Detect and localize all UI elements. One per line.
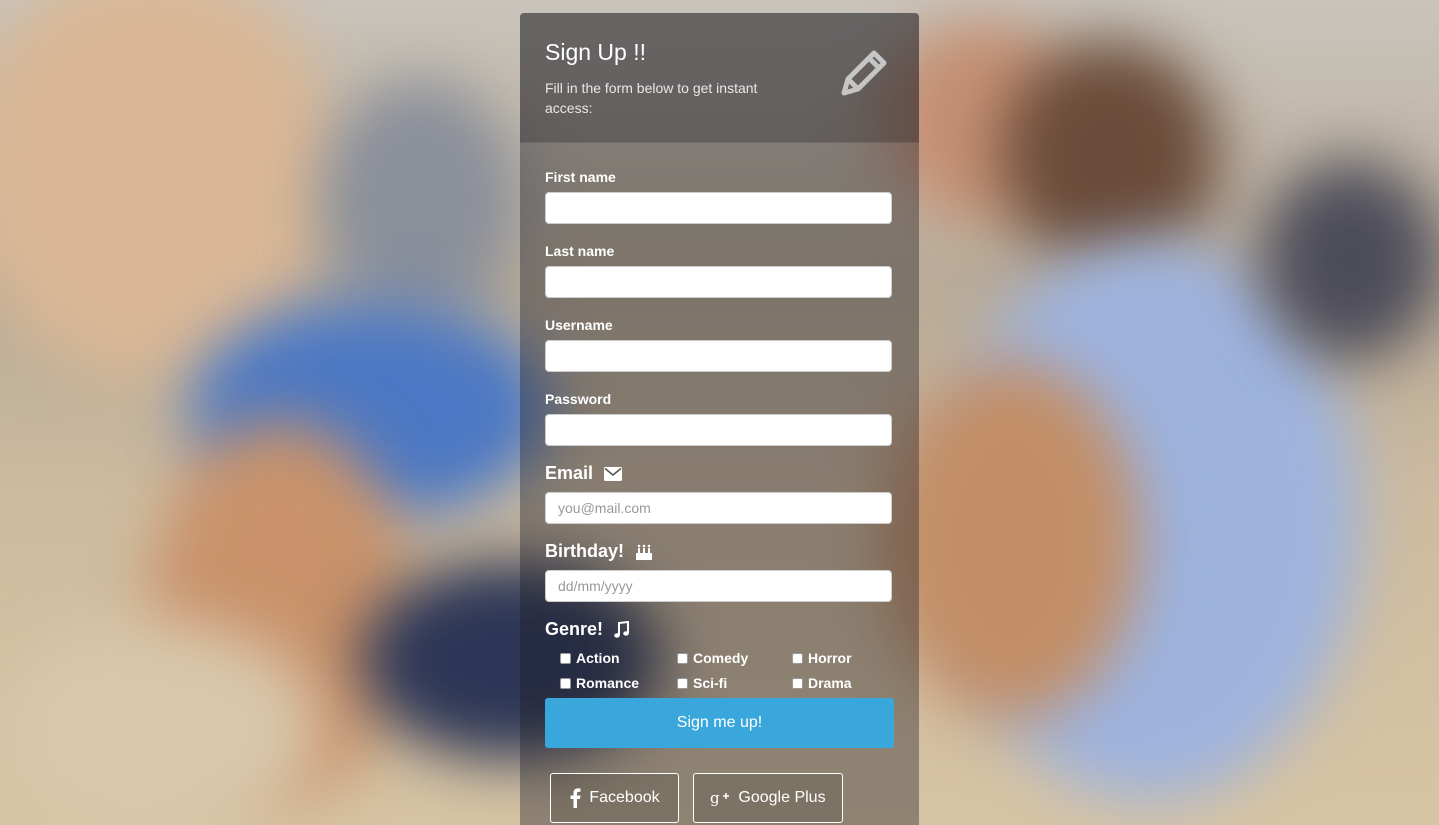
- genre-option-romance[interactable]: Romance: [560, 675, 639, 691]
- page-subtitle: Fill in the form below to get instant ac…: [545, 80, 758, 116]
- genre-option-drama[interactable]: Drama: [792, 675, 852, 691]
- envelope-icon: [604, 467, 623, 482]
- genre-checkbox[interactable]: [792, 652, 803, 664]
- google-plus-button[interactable]: g Google Plus: [693, 773, 843, 823]
- genre-option-label: Horror: [808, 650, 852, 666]
- facebook-button-label: Facebook: [589, 789, 660, 806]
- last-name-input[interactable]: [545, 266, 892, 298]
- genre-option-sci-fi[interactable]: Sci-fi: [677, 675, 727, 691]
- panel-header: Sign Up !! Fill in the form below to get…: [520, 13, 919, 143]
- birthday-cake-icon: [636, 544, 653, 561]
- genre-label-row: Genre!: [545, 619, 630, 640]
- genre-option-action[interactable]: Action: [560, 650, 620, 666]
- birthday-input[interactable]: [545, 570, 892, 602]
- google-plus-button-label: Google Plus: [738, 789, 826, 806]
- email-input[interactable]: [545, 492, 892, 524]
- sign-up-button[interactable]: Sign me up!: [545, 698, 894, 748]
- svg-text:g: g: [710, 789, 720, 807]
- genre-checkbox[interactable]: [677, 677, 688, 689]
- google-plus-icon: g: [710, 789, 730, 807]
- genre-checkbox[interactable]: [560, 677, 571, 689]
- birthday-label: Birthday!: [545, 541, 625, 561]
- genre-option-label: Romance: [576, 675, 640, 691]
- genre-label: Genre!: [545, 619, 604, 639]
- music-note-icon: [614, 621, 630, 638]
- password-label: Password: [545, 391, 612, 407]
- email-label: Email: [545, 463, 594, 483]
- signup-panel: Sign Up !! Fill in the form below to get…: [520, 13, 919, 825]
- username-input[interactable]: [545, 340, 892, 372]
- password-input[interactable]: [545, 414, 892, 446]
- last-name-label: Last name: [545, 243, 615, 259]
- genre-option-label: Comedy: [693, 650, 749, 666]
- genre-option-label: Drama: [808, 675, 852, 691]
- email-label-row: Email: [545, 463, 623, 484]
- page-title: Sign Up !!: [545, 39, 646, 65]
- genre-checkbox[interactable]: [560, 652, 571, 664]
- pencil-icon: [841, 50, 887, 96]
- genre-option-comedy[interactable]: Comedy: [677, 650, 748, 666]
- genre-checkbox[interactable]: [792, 677, 803, 689]
- genre-option-label: Sci-fi: [693, 675, 728, 691]
- facebook-icon: [570, 788, 581, 808]
- genre-option-label: Action: [576, 650, 620, 666]
- username-label: Username: [545, 317, 613, 333]
- first-name-label: First name: [545, 169, 616, 185]
- facebook-button[interactable]: Facebook: [550, 773, 679, 823]
- birthday-label-row: Birthday!: [545, 541, 653, 562]
- sign-up-button-label: Sign me up!: [676, 714, 763, 731]
- first-name-input[interactable]: [545, 192, 892, 224]
- genre-option-horror[interactable]: Horror: [792, 650, 852, 666]
- genre-checkbox[interactable]: [677, 652, 688, 664]
